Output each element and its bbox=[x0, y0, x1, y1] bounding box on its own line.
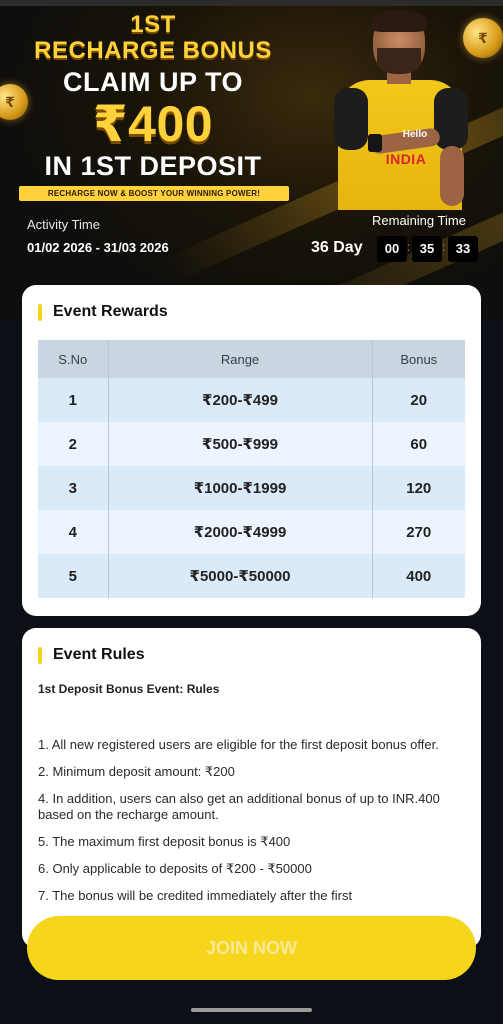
cell-bonus: 400 bbox=[372, 554, 465, 598]
countdown-separator: : bbox=[407, 240, 411, 254]
cell-sno: 5 bbox=[38, 554, 108, 598]
countdown-separator: : bbox=[442, 240, 446, 254]
promo-headline: 1ST RECHARGE BONUS CLAIM UP TO ₹400 IN 1… bbox=[0, 12, 306, 182]
join-now-button[interactable]: JOIN NOW bbox=[27, 916, 476, 980]
event-rules-title: Event Rules bbox=[53, 646, 145, 663]
cell-range: ₹200-₹499 bbox=[107, 378, 373, 422]
headline-line-5: IN 1ST DEPOSIT bbox=[44, 151, 262, 181]
activity-time-value: 01/02 2026 - 31/03 2026 bbox=[27, 240, 169, 255]
rule-item: 7. The bonus will be credited immediatel… bbox=[38, 888, 353, 903]
cell-range: ₹500-₹999 bbox=[107, 422, 373, 466]
cell-bonus: 60 bbox=[372, 422, 465, 466]
rule-item: 1. All new registered users are eligible… bbox=[38, 737, 439, 752]
table-row: 4 ₹2000-₹4999 270 bbox=[38, 510, 465, 554]
player-beard bbox=[377, 48, 421, 74]
countdown-hours: 00 bbox=[377, 236, 407, 262]
column-header-sno: S.No bbox=[38, 340, 108, 378]
promo-tagline: RECHARGE NOW & BOOST YOUR WINNING POWER! bbox=[19, 186, 289, 201]
player-hair bbox=[371, 10, 427, 32]
cell-range: ₹2000-₹4999 bbox=[107, 510, 373, 554]
rule-item: 2. Minimum deposit amount: ₹200 bbox=[38, 764, 235, 779]
cell-bonus: 120 bbox=[372, 466, 465, 510]
table-row: 2 ₹500-₹999 60 bbox=[38, 422, 465, 466]
rules-list: 1. All new registered users are eligible… bbox=[38, 737, 462, 915]
cell-sno: 1 bbox=[38, 378, 108, 422]
home-indicator[interactable] bbox=[191, 1008, 312, 1012]
headline-line-2: RECHARGE BONUS bbox=[34, 37, 272, 64]
jersey-sleeve bbox=[334, 88, 368, 150]
jersey-country: INDIA bbox=[385, 151, 427, 167]
event-rewards-title: Event Rewards bbox=[53, 303, 168, 320]
cell-sno: 4 bbox=[38, 510, 108, 554]
cell-bonus: 20 bbox=[372, 378, 465, 422]
cell-bonus: 270 bbox=[372, 510, 465, 554]
remaining-days: 36 Day bbox=[311, 239, 363, 256]
section-title: Event Rewards bbox=[38, 302, 168, 322]
headline-amount: ₹400 bbox=[92, 96, 214, 152]
rule-item: 5. The maximum first deposit bonus is ₹4… bbox=[38, 834, 291, 849]
title-accent-bar bbox=[38, 647, 42, 664]
player-illustration: Hello INDIA bbox=[330, 10, 470, 210]
jersey-logo: Hello bbox=[402, 129, 428, 140]
column-header-bonus: Bonus bbox=[372, 340, 465, 378]
rules-subtitle: 1st Deposit Bonus Event: Rules bbox=[38, 682, 220, 696]
event-rules-card[interactable]: Event Rules 1st Deposit Bonus Event: Rul… bbox=[22, 628, 481, 948]
rule-item: 6. Only applicable to deposits of ₹200 -… bbox=[38, 861, 312, 876]
player-arm bbox=[440, 146, 464, 206]
cell-range: ₹5000-₹50000 bbox=[107, 554, 373, 598]
cell-sno: 3 bbox=[38, 466, 108, 510]
remaining-time-label: Remaining Time bbox=[372, 213, 466, 228]
countdown-seconds: 33 bbox=[448, 236, 478, 262]
section-title: Event Rules bbox=[38, 645, 145, 665]
table-row: 1 ₹200-₹499 20 bbox=[38, 378, 465, 422]
table-header-row: S.No Range Bonus bbox=[38, 340, 465, 378]
rule-item: 4. In addition, users can also get an ad… bbox=[38, 791, 440, 822]
headline-line-1: 1ST bbox=[130, 11, 176, 38]
column-header-range: Range bbox=[107, 340, 373, 378]
countdown-minutes: 35 bbox=[412, 236, 442, 262]
table-row: 5 ₹5000-₹50000 400 bbox=[38, 554, 465, 598]
event-rewards-card: Event Rewards S.No Range Bonus 1 ₹200-₹4… bbox=[22, 285, 481, 616]
activity-time-label: Activity Time bbox=[27, 217, 100, 232]
cell-range: ₹1000-₹1999 bbox=[107, 466, 373, 510]
promo-banner: ₹ ₹ 1ST RECHARGE BONUS CLAIM UP TO ₹400 … bbox=[0, 0, 503, 320]
rewards-table: S.No Range Bonus 1 ₹200-₹499 20 2 ₹500-₹… bbox=[38, 340, 465, 598]
headline-line-3: CLAIM UP TO bbox=[62, 67, 243, 97]
title-accent-bar bbox=[38, 304, 42, 321]
table-row: 3 ₹1000-₹1999 120 bbox=[38, 466, 465, 510]
cell-sno: 2 bbox=[38, 422, 108, 466]
top-strip bbox=[0, 0, 503, 6]
